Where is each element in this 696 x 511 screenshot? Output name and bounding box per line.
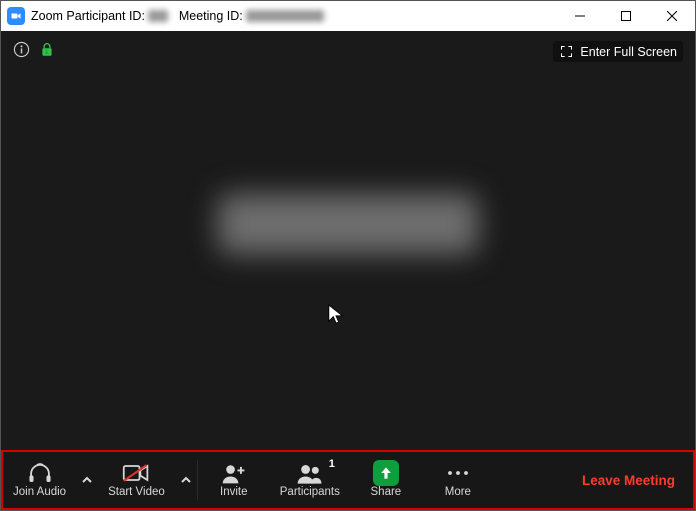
start-video-label: Start Video	[108, 486, 165, 498]
invite-button[interactable]: Invite	[198, 452, 270, 508]
audio-options-caret[interactable]	[76, 452, 98, 508]
maximize-button[interactable]	[603, 1, 649, 31]
info-icon[interactable]	[13, 41, 30, 63]
share-screen-icon	[373, 462, 399, 484]
close-button[interactable]	[649, 1, 695, 31]
join-audio-button[interactable]: Join Audio	[3, 452, 76, 508]
titlebar: Zoom Participant ID: Meeting ID:	[1, 1, 695, 31]
zoom-window: Zoom Participant ID: Meeting ID: E Enter…	[0, 0, 696, 511]
video-off-icon	[122, 462, 150, 484]
zoom-app-icon	[7, 7, 25, 25]
video-options-caret[interactable]	[175, 452, 197, 508]
window-controls	[557, 1, 695, 31]
meeting-id-redacted	[246, 10, 324, 22]
more-icon	[446, 462, 470, 484]
start-video-button[interactable]: Start Video	[98, 452, 175, 508]
participants-button[interactable]: 1 Participants	[270, 452, 350, 508]
share-button[interactable]: Share	[350, 452, 422, 508]
mouse-cursor-icon	[327, 303, 345, 330]
toolbar-highlight: Join Audio Start Video Invite 1	[1, 450, 695, 510]
invite-label: Invite	[220, 486, 248, 498]
title-mid: Meeting ID:	[168, 9, 246, 23]
more-label: More	[445, 486, 471, 498]
participant-id-redacted	[148, 10, 168, 22]
share-label: Share	[371, 486, 402, 498]
leave-meeting-button[interactable]: Leave Meeting	[572, 452, 693, 508]
participants-label: Participants	[280, 486, 340, 498]
meeting-toolbar: Join Audio Start Video Invite 1	[3, 452, 693, 508]
participants-count: 1	[329, 458, 335, 470]
info-bar: E	[13, 41, 54, 63]
leave-meeting-label: Leave Meeting	[582, 473, 675, 488]
fullscreen-label: Enter Full Screen	[580, 45, 677, 59]
invite-icon	[221, 462, 247, 484]
enter-fullscreen-button[interactable]: Enter Full Screen	[553, 41, 683, 62]
minimize-button[interactable]	[557, 1, 603, 31]
more-button[interactable]: More	[422, 452, 494, 508]
headphones-icon	[27, 462, 53, 484]
join-audio-label: Join Audio	[13, 486, 66, 498]
participant-name-redacted	[218, 194, 478, 254]
svg-text:E: E	[45, 50, 49, 56]
video-stage: E Enter Full Screen	[1, 31, 695, 450]
participants-icon: 1	[295, 462, 325, 484]
title-prefix: Zoom Participant ID:	[31, 9, 148, 23]
encryption-lock-icon[interactable]: E	[40, 42, 54, 63]
